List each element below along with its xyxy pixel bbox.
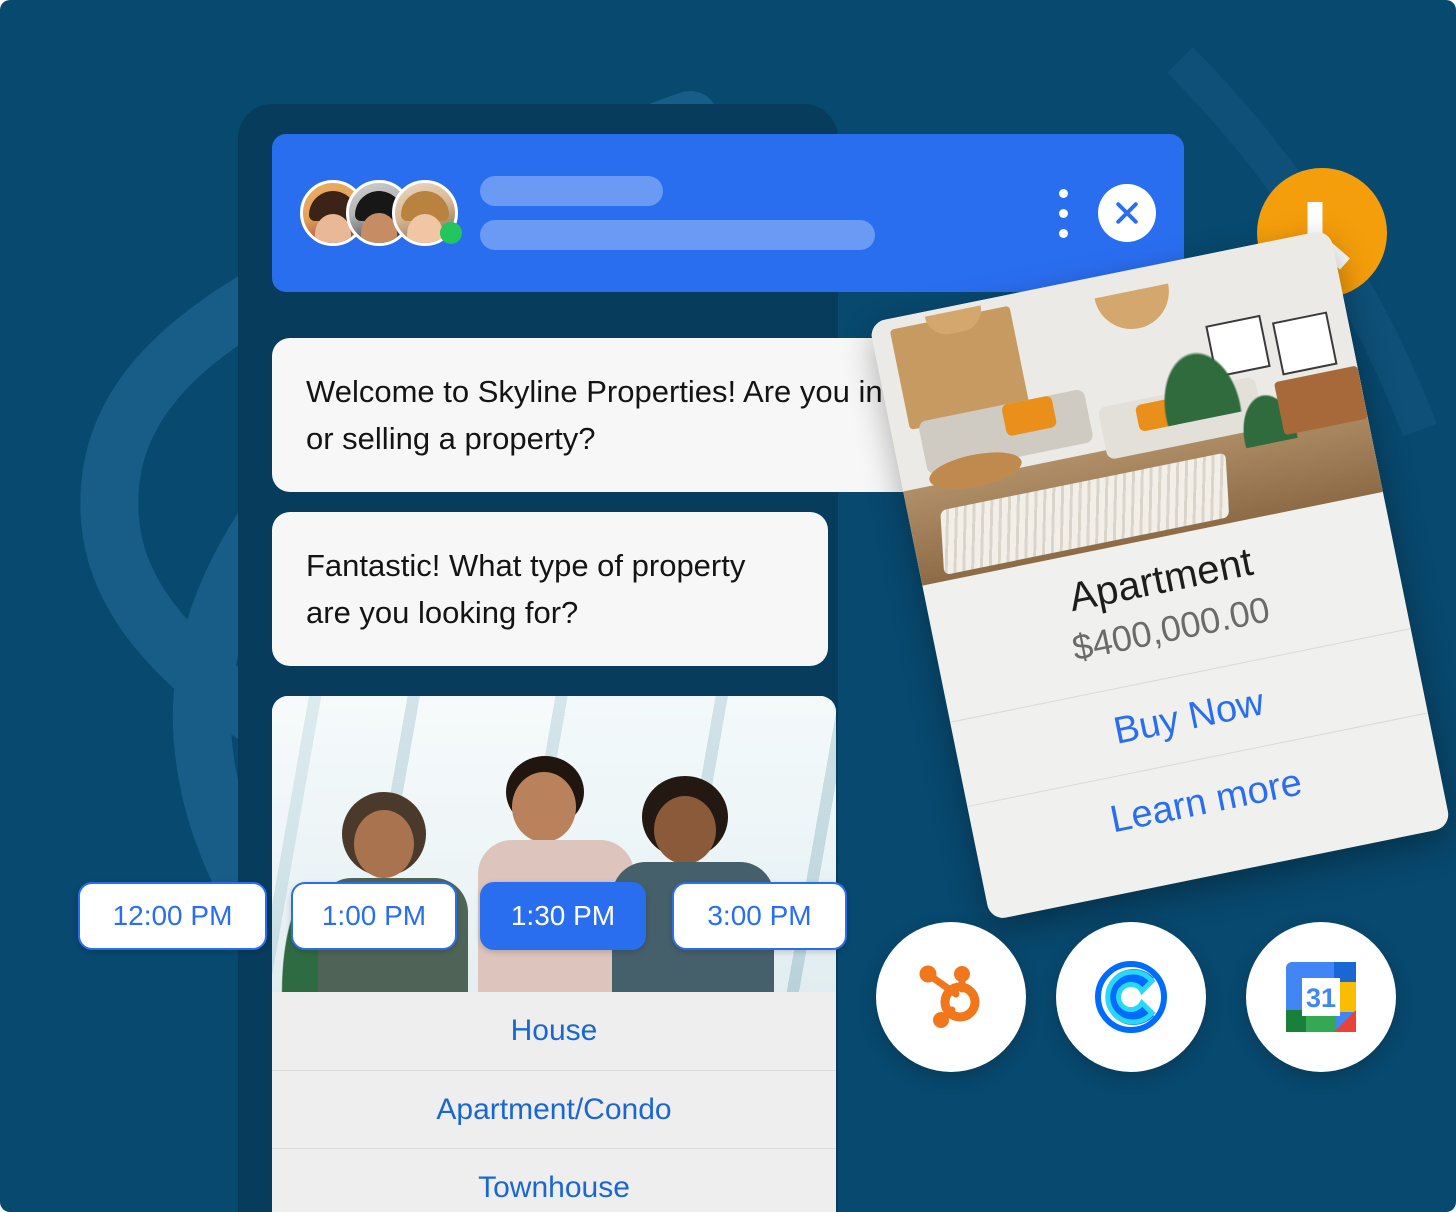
avatar-face: [407, 214, 443, 243]
time-slot-button[interactable]: 12:00 PM: [78, 882, 267, 950]
integration-hubspot[interactable]: [876, 922, 1026, 1072]
phone-device-frame: Welcome to Skyline Properties! Are you i…: [238, 104, 1184, 1212]
property-card: Apartment $400,000.00 Buy Now Learn more: [868, 229, 1452, 921]
avatar-group: [300, 180, 462, 246]
time-slot-button[interactable]: 1:00 PM: [291, 882, 457, 950]
quick-reply-option-apartment-condo[interactable]: Apartment/Condo: [272, 1070, 836, 1148]
integration-google-calendar[interactable]: 31: [1246, 922, 1396, 1072]
chat-message-bubble: Fantastic! What type of property are you…: [272, 512, 828, 667]
google-calendar-icon: 31: [1286, 962, 1356, 1032]
calendly-icon: [1095, 961, 1167, 1033]
kebab-menu-icon[interactable]: [1046, 188, 1080, 238]
online-status-indicator: [440, 222, 462, 244]
hubspot-icon: [919, 965, 980, 1028]
quick-reply-option-house[interactable]: House: [272, 992, 836, 1070]
page-root: Welcome to Skyline Properties! Are you i…: [0, 0, 1456, 1212]
chat-header: [272, 134, 1184, 292]
header-placeholder-lines: [480, 176, 1046, 250]
time-slot-button-selected[interactable]: 1:30 PM: [480, 882, 646, 950]
phone-screen: Welcome to Skyline Properties! Are you i…: [272, 134, 1184, 1212]
header-title-placeholder: [480, 176, 663, 206]
close-button[interactable]: [1098, 184, 1156, 242]
integration-calendly[interactable]: [1056, 922, 1206, 1072]
time-slot-button[interactable]: 3:00 PM: [672, 882, 847, 950]
svg-text:31: 31: [1306, 983, 1336, 1013]
close-icon: [1116, 202, 1138, 224]
header-subtitle-placeholder: [480, 220, 875, 250]
quick-reply-options-list: House Apartment/Condo Townhouse: [272, 992, 836, 1212]
quick-reply-option-townhouse[interactable]: Townhouse: [272, 1148, 836, 1212]
